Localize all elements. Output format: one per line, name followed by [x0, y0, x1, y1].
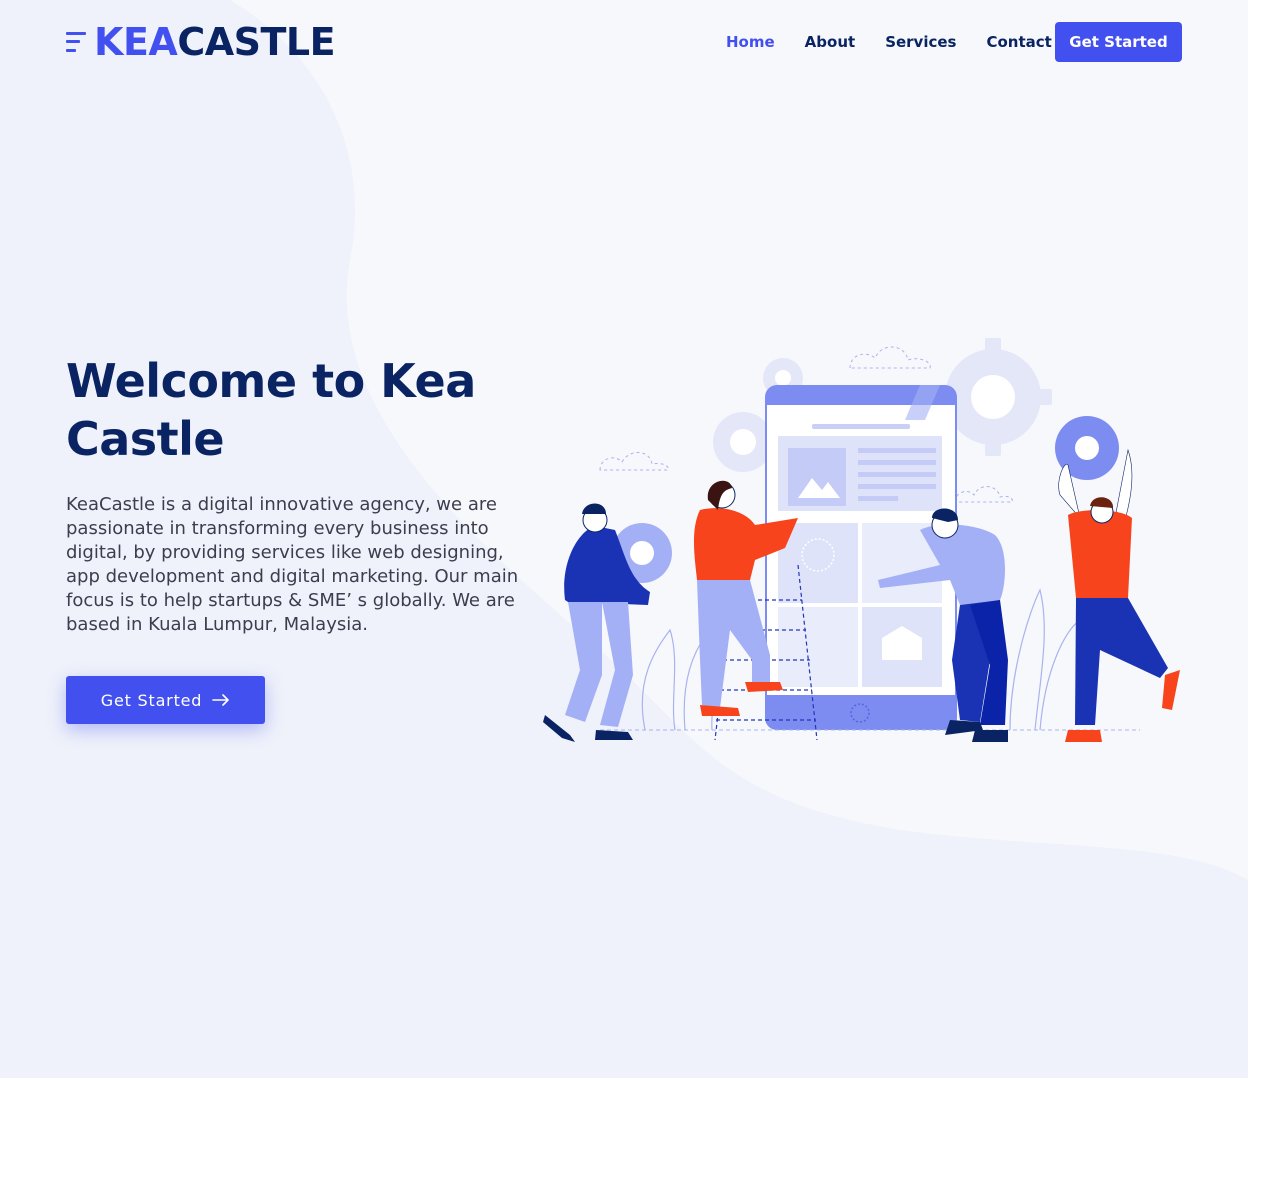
person-holding-gear: [543, 503, 672, 742]
site-header: KEACASTLE Home About Services Contact Ge…: [0, 0, 1248, 84]
hero-button-label: Get Started: [100, 690, 203, 710]
hero-title: Welcome to Kea Castle: [66, 354, 476, 466]
nav-home[interactable]: Home: [726, 33, 775, 51]
brand-name-kea: KEA: [94, 20, 178, 64]
hero-get-started-button[interactable]: Get Started: [66, 676, 265, 724]
nav-about[interactable]: About: [805, 33, 856, 51]
nav-contact[interactable]: Contact: [986, 33, 1051, 51]
brand-logo[interactable]: KEACASTLE: [66, 20, 336, 64]
logo-speed-lines-icon: [66, 28, 88, 56]
gear-icon: [713, 412, 773, 472]
hero-description: KeaCastle is a digital innovative agency…: [66, 494, 519, 635]
brand-name-castle: CASTLE: [177, 20, 336, 64]
phone-mockup: [765, 385, 957, 730]
hero-illustration: [543, 338, 1180, 742]
brand-wordmark: KEACASTLE: [94, 20, 336, 64]
main-nav: Home About Services Contact: [726, 22, 1082, 62]
arrow-right-icon: [212, 694, 230, 706]
header-get-started-button[interactable]: Get Started: [1055, 22, 1182, 62]
person-raising-gear: [1055, 416, 1180, 742]
hero-section: KEACASTLE Home About Services Contact Ge…: [0, 0, 1248, 1078]
nav-services[interactable]: Services: [885, 33, 956, 51]
